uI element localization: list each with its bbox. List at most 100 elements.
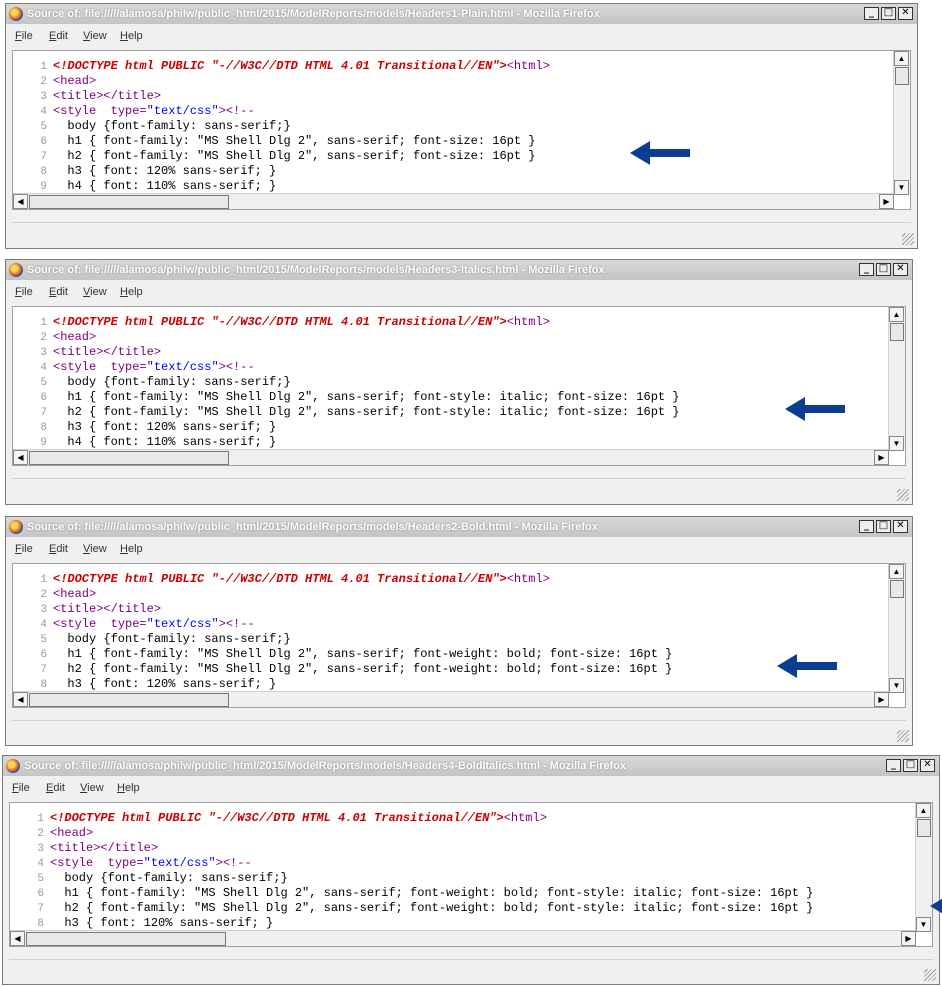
menu-item-view[interactable]: View [83, 543, 107, 555]
menu-item-help[interactable]: Help [117, 782, 140, 794]
scroll-thumb[interactable] [29, 693, 229, 707]
firefox-icon [9, 263, 23, 277]
resize-grip-icon[interactable] [897, 730, 909, 742]
line-number: 2 [40, 589, 47, 601]
scroll-right-button[interactable]: ▶ [901, 931, 916, 946]
scroll-thumb[interactable] [890, 580, 904, 598]
arrow-left-icon [777, 654, 837, 678]
menu-bar: File Edit View Help [6, 26, 917, 46]
close-button[interactable]: ✕ [893, 520, 908, 533]
minimize-button[interactable]: _ [864, 7, 879, 20]
scroll-thumb[interactable] [29, 195, 229, 209]
menu-item-view[interactable]: View [83, 30, 107, 42]
menu-item-edit[interactable]: Edit [49, 30, 68, 42]
source-line: 4 <style type="text/css"><!-- [13, 360, 254, 375]
source-line: 7 h2 { font-family: "MS Shell Dlg 2", sa… [13, 149, 535, 164]
source-view[interactable]: 1 <!DOCTYPE html PUBLIC "-//W3C//DTD HTML… [12, 50, 911, 210]
menu-item-file[interactable]: File [12, 782, 30, 794]
maximize-button[interactable]: □ [903, 759, 918, 772]
vertical-scrollbar[interactable]: ▲ ▼ [893, 51, 910, 195]
source-view[interactable]: 1 <!DOCTYPE html PUBLIC "-//W3C//DTD HTML… [9, 802, 933, 947]
source-line: 6 h1 { font-family: "MS Shell Dlg 2", sa… [13, 390, 679, 405]
scroll-right-button[interactable]: ▶ [879, 194, 894, 209]
line-number: 3 [40, 347, 47, 359]
scroll-down-button[interactable]: ▼ [889, 436, 904, 451]
scroll-down-button[interactable]: ▼ [916, 917, 931, 932]
scroll-up-button[interactable]: ▲ [889, 307, 904, 322]
line-number: 2 [40, 76, 47, 88]
source-line: 6 h1 { font-family: "MS Shell Dlg 2", sa… [13, 647, 672, 662]
line-number: 5 [40, 634, 47, 646]
menu-item-file[interactable]: File [15, 30, 33, 42]
source-line: 8 h3 { font: 120% sans-serif; } [13, 677, 276, 692]
menu-item-help[interactable]: Help [120, 286, 143, 298]
code-token: "text/css" [143, 856, 216, 870]
scroll-down-button[interactable]: ▼ [894, 180, 909, 195]
horizontal-scrollbar[interactable]: ◀ ▶ [10, 930, 916, 946]
source-line: 4 <style type="text/css"><!-- [13, 104, 254, 119]
scroll-up-button[interactable]: ▲ [889, 564, 904, 579]
scroll-thumb[interactable] [890, 323, 904, 341]
line-number: 1 [40, 61, 47, 73]
code-token: "text/css" [146, 360, 219, 374]
menu-item-edit[interactable]: Edit [49, 543, 68, 555]
scroll-down-button[interactable]: ▼ [889, 678, 904, 693]
close-button[interactable]: ✕ [898, 7, 913, 20]
title-bar[interactable]: Source of: file://///alamosa/philw/publi… [3, 756, 939, 776]
code-token: <head> [53, 74, 97, 88]
source-line: 8 h3 { font: 120% sans-serif; } [13, 420, 276, 435]
minimize-button[interactable]: _ [886, 759, 901, 772]
menu-item-edit[interactable]: Edit [49, 286, 68, 298]
menu-item-edit[interactable]: Edit [46, 782, 65, 794]
source-line: 8 h3 { font: 120% sans-serif; } [13, 164, 276, 179]
menu-item-help[interactable]: Help [120, 30, 143, 42]
minimize-button[interactable]: _ [859, 520, 874, 533]
title-bar[interactable]: Source of: file://///alamosa/philw/publi… [6, 260, 912, 280]
close-button[interactable]: ✕ [920, 759, 935, 772]
line-number: 2 [40, 332, 47, 344]
maximize-button[interactable]: □ [876, 263, 891, 276]
horizontal-scrollbar[interactable]: ◀ ▶ [13, 691, 889, 707]
scroll-thumb[interactable] [26, 932, 226, 946]
menu-item-help[interactable]: Help [120, 543, 143, 555]
menu-item-file[interactable]: File [15, 286, 33, 298]
code-token: h2 { font-family: "MS Shell Dlg 2", sans… [53, 405, 680, 419]
source-line: 1 <!DOCTYPE html PUBLIC "-//W3C//DTD HTML… [13, 315, 550, 330]
code-token: h3 { font: 120% sans-serif; } [53, 677, 277, 691]
source-line: 4 <style type="text/css"><!-- [10, 856, 251, 871]
resize-grip-icon[interactable] [902, 233, 914, 245]
scroll-left-button[interactable]: ◀ [13, 692, 28, 707]
title-bar[interactable]: Source of: file://///alamosa/philw/publi… [6, 4, 917, 24]
horizontal-scrollbar[interactable]: ◀ ▶ [13, 449, 889, 465]
scroll-right-button[interactable]: ▶ [874, 450, 889, 465]
scroll-thumb[interactable] [917, 819, 931, 837]
scroll-thumb[interactable] [29, 451, 229, 465]
source-line: 3 <title></title> [13, 602, 161, 617]
scroll-left-button[interactable]: ◀ [10, 931, 25, 946]
source-view[interactable]: 1 <!DOCTYPE html PUBLIC "-//W3C//DTD HTML… [12, 563, 906, 708]
horizontal-scrollbar[interactable]: ◀ ▶ [13, 193, 894, 209]
menu-item-view[interactable]: View [83, 286, 107, 298]
maximize-button[interactable]: □ [881, 7, 896, 20]
vertical-scrollbar[interactable]: ▲ ▼ [888, 307, 905, 451]
minimize-button[interactable]: _ [859, 263, 874, 276]
menu-item-file[interactable]: File [15, 543, 33, 555]
vertical-scrollbar[interactable]: ▲ ▼ [888, 564, 905, 693]
maximize-button[interactable]: □ [876, 520, 891, 533]
scroll-up-button[interactable]: ▲ [916, 803, 931, 818]
scroll-left-button[interactable]: ◀ [13, 194, 28, 209]
scroll-right-button[interactable]: ▶ [874, 692, 889, 707]
source-line: 6 h1 { font-family: "MS Shell Dlg 2", sa… [10, 886, 813, 901]
close-button[interactable]: ✕ [893, 263, 908, 276]
code-token: <head> [50, 826, 94, 840]
scroll-up-button[interactable]: ▲ [894, 51, 909, 66]
line-number: 5 [40, 377, 47, 389]
menu-item-view[interactable]: View [80, 782, 104, 794]
resize-grip-icon[interactable] [897, 489, 909, 501]
scroll-thumb[interactable] [895, 67, 909, 85]
source-line: 2 <head> [13, 330, 96, 345]
scroll-left-button[interactable]: ◀ [13, 450, 28, 465]
title-bar[interactable]: Source of: file://///alamosa/philw/publi… [6, 517, 912, 537]
source-view[interactable]: 1 <!DOCTYPE html PUBLIC "-//W3C//DTD HTML… [12, 306, 906, 466]
resize-grip-icon[interactable] [924, 969, 936, 981]
